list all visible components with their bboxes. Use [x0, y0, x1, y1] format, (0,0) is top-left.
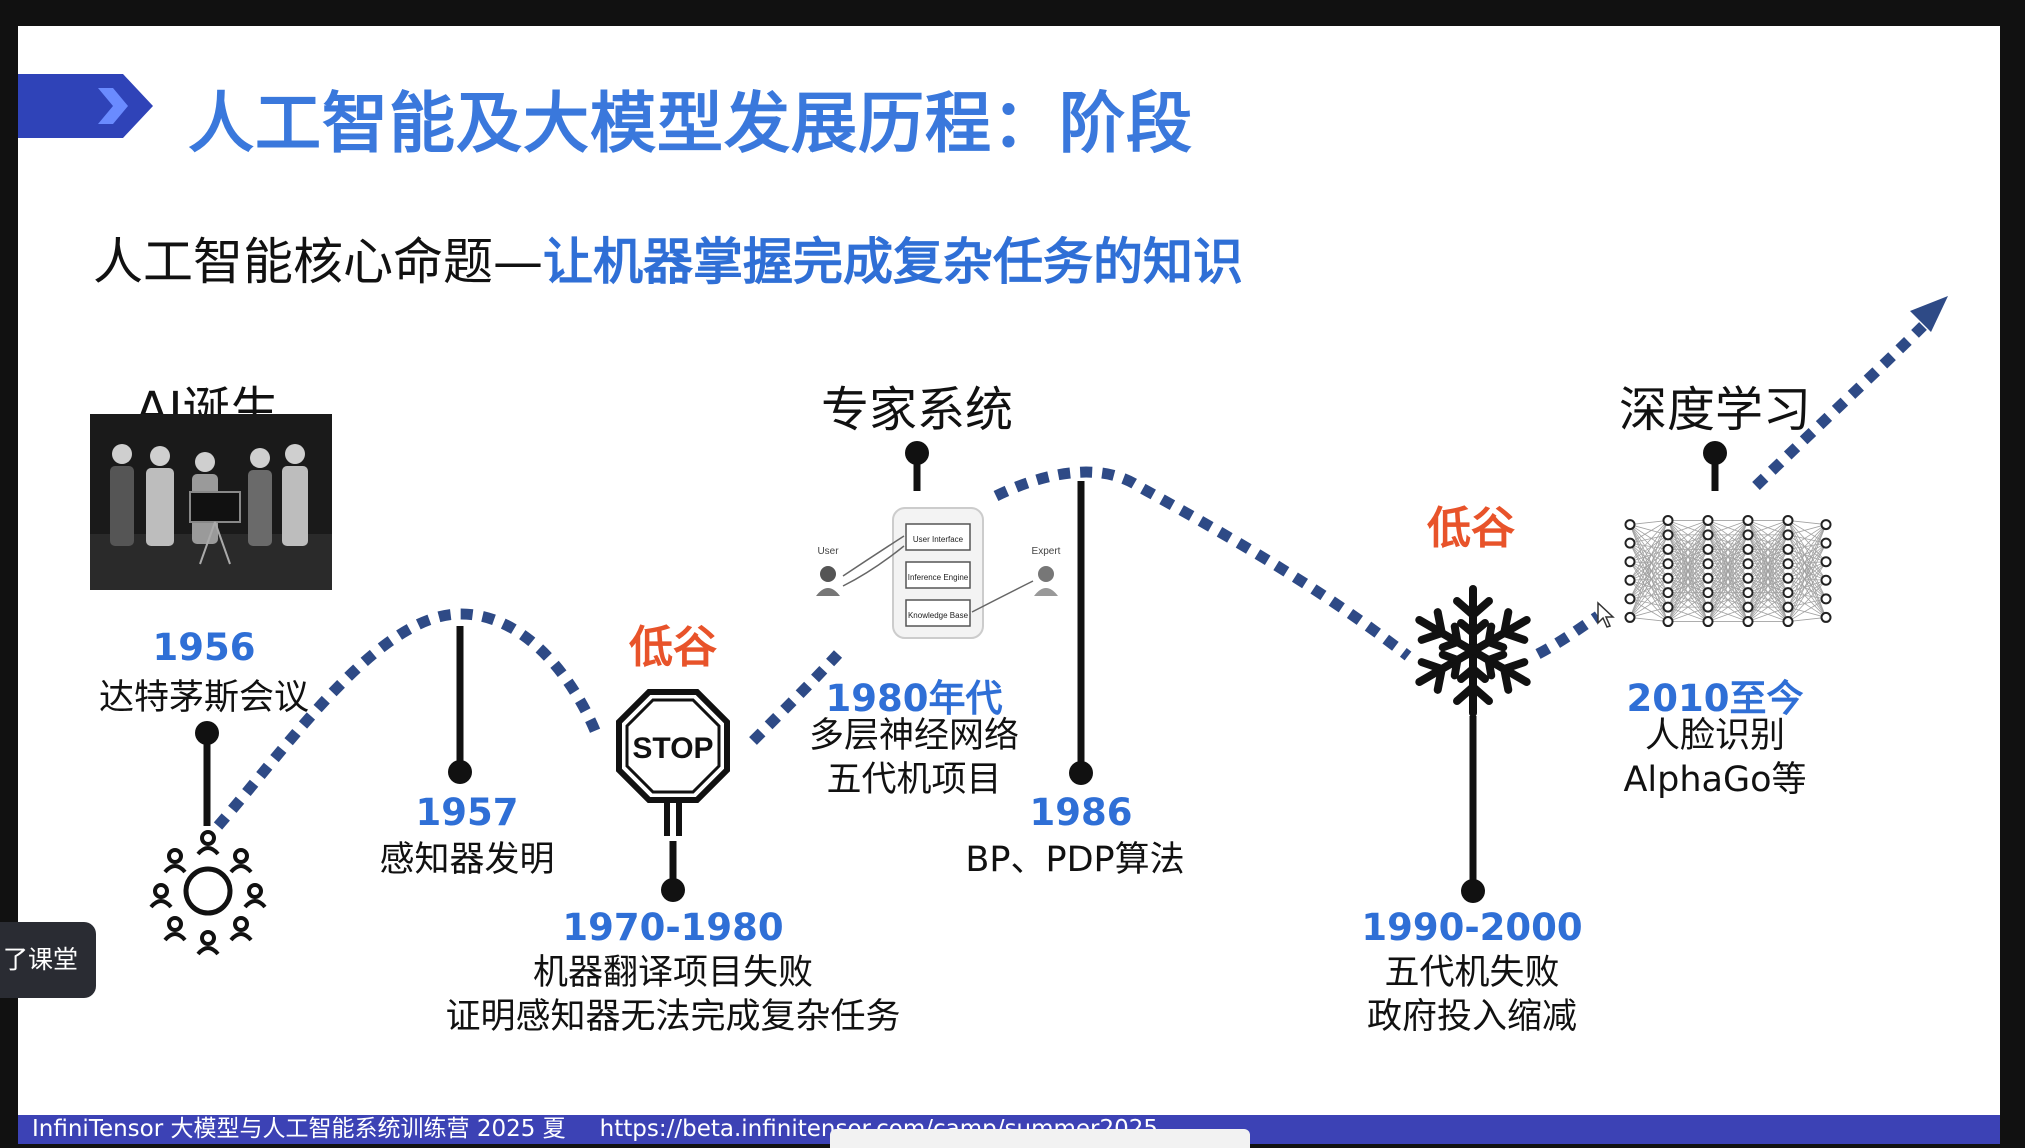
snowflake-icon	[1415, 585, 1531, 717]
timeline-wave	[1535, 611, 1602, 659]
nn-node	[1624, 537, 1636, 549]
nn-node	[1820, 537, 1832, 549]
desc-2010: 人脸识别 AlphaGo等	[1623, 714, 1806, 802]
year-1990-2000: 1990-2000	[1361, 906, 1583, 949]
nn-node	[1782, 587, 1794, 599]
footer-brand: InfiniTensor 大模型与人工智能系统训练营 2025 夏	[32, 1116, 566, 1142]
nn-node	[1820, 593, 1832, 605]
nn-node	[1782, 558, 1794, 570]
nn-node	[1662, 514, 1674, 526]
nn-node	[1820, 574, 1832, 586]
stop-sign-text: STOP	[632, 732, 713, 765]
nn-node	[1662, 572, 1674, 584]
year-1956: 1956	[152, 626, 256, 669]
nn-node	[1820, 519, 1832, 531]
nn-node	[1742, 529, 1754, 541]
nn-node	[1782, 572, 1794, 584]
dartmouth-photo	[90, 414, 332, 590]
nn-node	[1742, 572, 1754, 584]
group-photo-icon	[90, 414, 332, 590]
diagram-user-label: User	[817, 546, 839, 557]
nn-node	[1702, 529, 1714, 541]
low-label-1: 低谷	[629, 622, 717, 673]
desc-1986: BP、PDP算法	[965, 840, 1185, 880]
diagram-ui-label: User Interface	[913, 535, 964, 544]
nn-node	[1702, 601, 1714, 613]
nn-node	[1662, 558, 1674, 570]
nn-node	[1742, 616, 1754, 628]
nn-node	[1624, 519, 1636, 531]
desc-1990-2000: 五代机失败 政府投入缩减	[1367, 951, 1577, 1039]
low-label-2: 低谷	[1427, 503, 1515, 554]
nn-node	[1702, 616, 1714, 628]
nn-node	[1624, 574, 1636, 586]
year-1986: 1986	[1029, 791, 1133, 834]
nn-node	[1662, 601, 1674, 613]
desc-1980s-line1: 多层神经网络	[808, 716, 1020, 756]
nn-node	[1702, 572, 1714, 584]
desc-1970-line2: 证明感知器无法完成复杂任务	[445, 997, 901, 1037]
user-icon	[820, 566, 836, 582]
nn-node	[1742, 587, 1754, 599]
nn-node	[1782, 529, 1794, 541]
nn-node	[1702, 514, 1714, 526]
desc-1957: 感知器发明	[379, 840, 555, 880]
year-1957: 1957	[415, 791, 519, 834]
desc-1990-line1: 五代机失败	[1384, 953, 1560, 993]
nn-node	[1702, 587, 1714, 599]
classroom-toast[interactable]: 了课堂	[0, 922, 96, 998]
diagram-kb-label: Knowledge Base	[908, 611, 969, 620]
desc-1970-line1: 机器翻译项目失败	[532, 953, 814, 993]
nn-node	[1782, 601, 1794, 613]
nn-node	[1782, 543, 1794, 555]
nn-node	[1662, 616, 1674, 628]
nn-node	[1624, 611, 1636, 623]
people-circle-icon	[149, 830, 267, 956]
expert-system-diagram: User Interface Inference Engine Knowledg…	[816, 507, 1061, 639]
year-1970-1980: 1970-1980	[562, 906, 784, 949]
desc-1980s: 多层神经网络 五代机项目	[809, 714, 1019, 802]
nn-node	[1742, 601, 1754, 613]
slide: 人工智能及大模型发展历程：阶段 人工智能核心命题—让机器掌握完成复杂任务的知识 …	[18, 26, 2000, 1144]
desc-2010-line1: 人脸识别	[1644, 716, 1785, 756]
heading-expert-system: 专家系统	[820, 382, 1014, 438]
desc-2010-line2: AlphaGo等	[1623, 760, 1807, 800]
nn-node	[1662, 587, 1674, 599]
nn-node	[1742, 543, 1754, 555]
nn-node	[1782, 514, 1794, 526]
diagram-expert-label: Expert	[1032, 546, 1061, 557]
nn-node	[1782, 616, 1794, 628]
nn-node	[1702, 558, 1714, 570]
desc-1980s-line2: 五代机项目	[826, 760, 1002, 800]
nn-node	[1662, 543, 1674, 555]
nn-node	[1662, 529, 1674, 541]
mouse-cursor-icon	[1597, 601, 1615, 628]
expert-icon	[1038, 566, 1054, 582]
neural-network-icon	[1624, 514, 1832, 628]
video-overlay-bar	[830, 1129, 1250, 1148]
heading-deep-learning: 深度学习	[1618, 382, 1812, 438]
nn-node	[1820, 611, 1832, 623]
desc-1990-line2: 政府投入缩减	[1366, 997, 1578, 1037]
diagram-engine-label: Inference Engine	[908, 573, 969, 582]
nn-node	[1742, 514, 1754, 526]
nn-node	[1742, 558, 1754, 570]
desc-1956: 达特茅斯会议	[98, 678, 310, 718]
stop-sign-icon: STOP	[616, 689, 730, 836]
desc-1970-1980: 机器翻译项目失败 证明感知器无法完成复杂任务	[445, 951, 900, 1039]
nn-node	[1702, 543, 1714, 555]
nn-node	[1624, 593, 1636, 605]
nn-node	[1820, 556, 1832, 568]
nn-node	[1624, 556, 1636, 568]
